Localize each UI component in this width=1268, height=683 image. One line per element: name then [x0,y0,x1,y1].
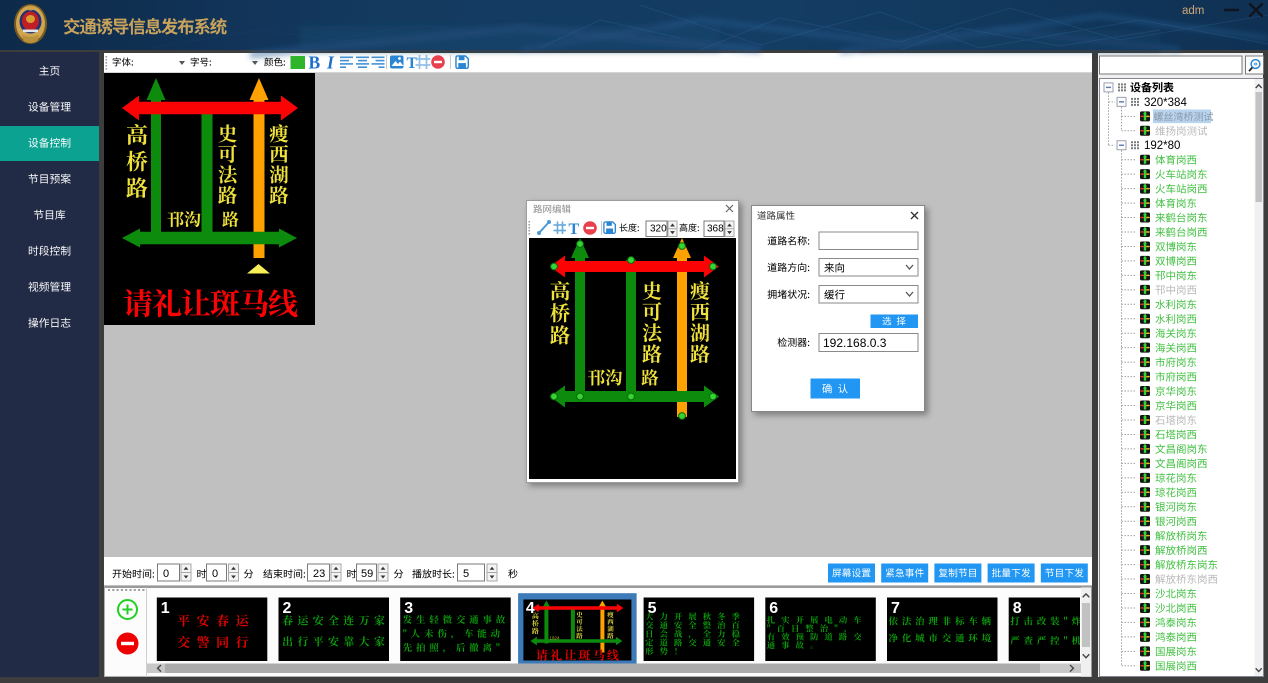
svg-text:0: 0 [212,568,218,580]
svg-text:192*80: 192*80 [1144,140,1180,152]
svg-text:192.168.0.3: 192.168.0.3 [823,336,887,350]
svg-text:320*384: 320*384 [1144,97,1187,109]
svg-text:T: T [569,221,580,238]
svg-text:1: 1 [161,600,170,617]
svg-text:1024: 1024 [549,636,560,641]
svg-text:adm: adm [1182,5,1204,17]
svg-text:0: 0 [163,568,169,580]
svg-text:8: 8 [1013,600,1022,617]
svg-text:5: 5 [463,568,469,580]
svg-text:B: B [309,53,321,73]
svg-text:2: 2 [283,600,292,617]
svg-text:320: 320 [650,224,667,235]
svg-text:368: 368 [707,224,724,235]
svg-text:3: 3 [404,600,413,617]
svg-text:T: T [407,55,418,72]
svg-text:7: 7 [891,600,900,617]
svg-text:23: 23 [313,568,325,580]
svg-text:I: I [326,53,335,73]
svg-text:6: 6 [769,600,778,617]
svg-text:59: 59 [361,568,373,580]
